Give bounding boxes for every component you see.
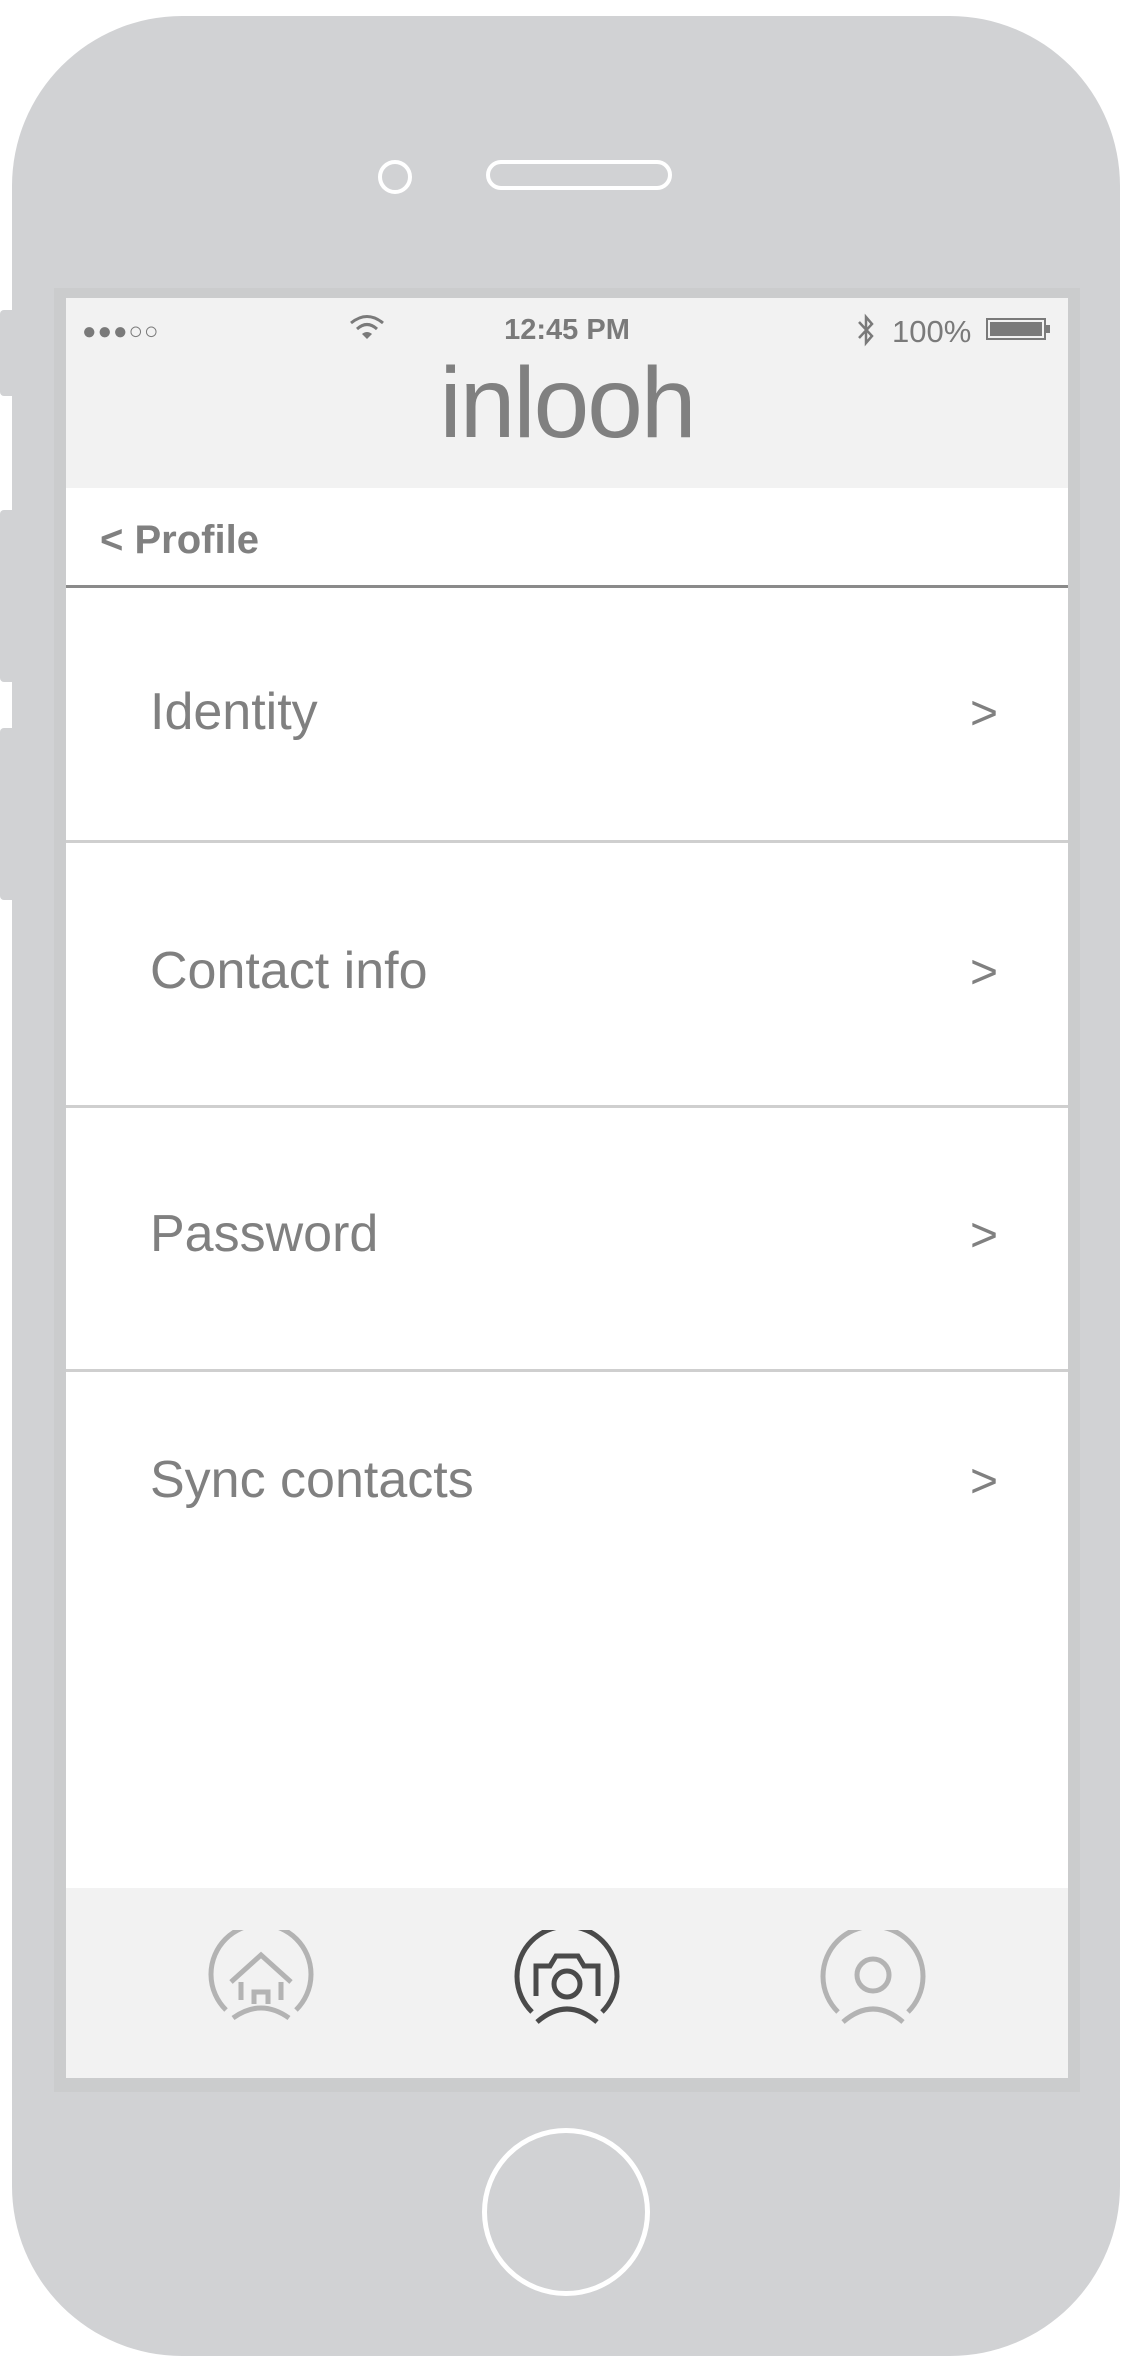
profile-icon	[820, 1930, 926, 2024]
home-icon	[208, 1930, 314, 2021]
tab-camera[interactable]	[512, 1930, 622, 2040]
back-to-profile-link[interactable]: < Profile	[100, 518, 259, 563]
mute-switch	[0, 310, 14, 396]
bluetooth-icon	[858, 313, 874, 347]
camera-icon	[514, 1930, 620, 2024]
battery-fill	[990, 322, 1042, 336]
settings-row-identity[interactable]: Identity >	[66, 588, 1068, 843]
chevron-right-icon: >	[969, 1209, 998, 1262]
chevron-right-icon: >	[969, 1455, 998, 1508]
earpiece-speaker	[486, 160, 672, 190]
volume-up-button	[0, 510, 14, 682]
tab-home[interactable]	[206, 1930, 316, 2040]
tab-profile[interactable]	[818, 1930, 928, 2040]
chevron-right-icon: >	[969, 946, 998, 999]
battery-icon	[986, 318, 1050, 340]
front-camera	[378, 160, 412, 194]
navigation-bar: < Profile	[66, 488, 1068, 588]
settings-row-password[interactable]: Password >	[66, 1108, 1068, 1372]
tab-bar	[66, 1888, 1068, 2078]
battery-percentage: 100%	[892, 314, 972, 349]
settings-row-sync-contacts[interactable]: Sync contacts >	[66, 1372, 1068, 1632]
app-header: ●●●○○ 12:45 PM 100% inlooh	[66, 298, 1068, 488]
volume-down-button	[0, 728, 14, 900]
settings-row-label: Password	[150, 1205, 379, 1263]
battery-nub	[1046, 325, 1050, 333]
settings-row-label: Contact info	[150, 942, 428, 1000]
settings-row-label: Identity	[150, 683, 318, 741]
settings-row-label: Sync contacts	[150, 1451, 474, 1509]
app-logo: inlooh	[439, 347, 697, 459]
chevron-right-icon: >	[969, 687, 998, 740]
settings-row-contact-info[interactable]: Contact info >	[66, 843, 1068, 1108]
app-screen: ●●●○○ 12:45 PM 100% inlooh < Profile Ide…	[66, 298, 1068, 2078]
home-button[interactable]	[482, 2128, 650, 2296]
